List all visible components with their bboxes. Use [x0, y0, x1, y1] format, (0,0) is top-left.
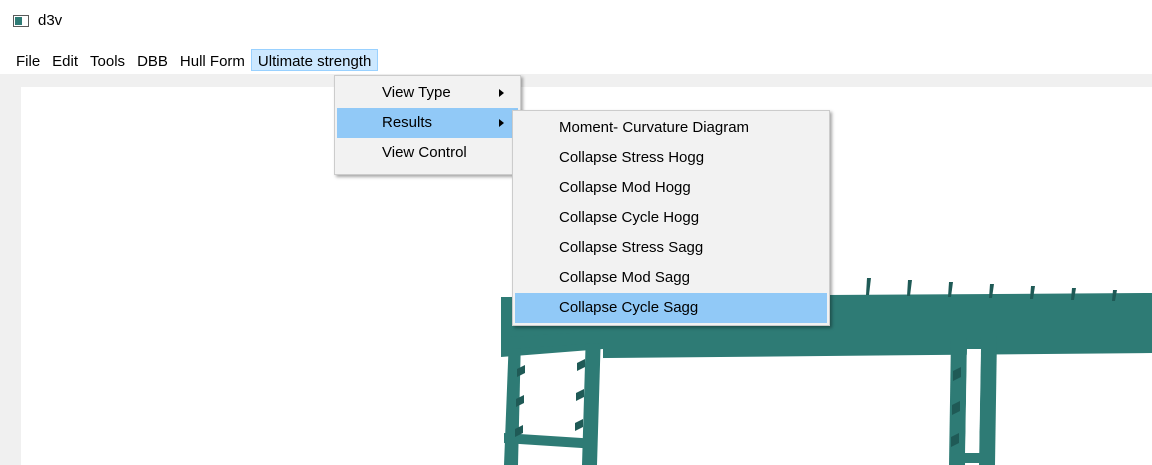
menu-tools[interactable]: Tools: [84, 49, 131, 71]
menu-item-view-type[interactable]: View Type: [337, 78, 518, 108]
menu-hull-form[interactable]: Hull Form: [174, 49, 251, 71]
menu-file[interactable]: File: [10, 49, 46, 71]
menu-item-moment-curvature[interactable]: Moment- Curvature Diagram: [515, 113, 827, 143]
menu-item-collapse-cycle-sagg[interactable]: Collapse Cycle Sagg: [515, 293, 827, 323]
menu-item-collapse-stress-hogg[interactable]: Collapse Stress Hogg: [515, 143, 827, 173]
menu-item-collapse-mod-hogg[interactable]: Collapse Mod Hogg: [515, 173, 827, 203]
menu-item-label: Results: [382, 114, 433, 131]
menu-dbb[interactable]: DBB: [131, 49, 174, 71]
app-icon: [13, 15, 29, 27]
submenu-arrow-icon: [499, 89, 504, 97]
menu-edit[interactable]: Edit: [46, 49, 84, 71]
menu-bar: File Edit Tools DBB Hull Form Ultimate s…: [0, 47, 1152, 73]
menu-item-label: View Control: [382, 144, 467, 161]
title-bar: d3v: [0, 0, 1152, 44]
results-submenu: Moment- Curvature Diagram Collapse Stres…: [512, 110, 830, 326]
menu-item-view-control[interactable]: View Control: [337, 138, 518, 168]
window-title: d3v: [38, 12, 63, 29]
ultimate-strength-menu: View Type Results View Control: [334, 75, 521, 175]
menu-ultimate-strength[interactable]: Ultimate strength: [250, 49, 379, 71]
app-window: d3v File Edit Tools DBB Hull Form Ultima…: [0, 0, 1152, 465]
menu-item-label: View Type: [382, 84, 451, 101]
menu-item-results[interactable]: Results: [337, 108, 518, 138]
submenu-arrow-icon: [499, 119, 504, 127]
menu-item-collapse-mod-sagg[interactable]: Collapse Mod Sagg: [515, 263, 827, 293]
menu-item-collapse-stress-sagg[interactable]: Collapse Stress Sagg: [515, 233, 827, 263]
menu-item-collapse-cycle-hogg[interactable]: Collapse Cycle Hogg: [515, 203, 827, 233]
